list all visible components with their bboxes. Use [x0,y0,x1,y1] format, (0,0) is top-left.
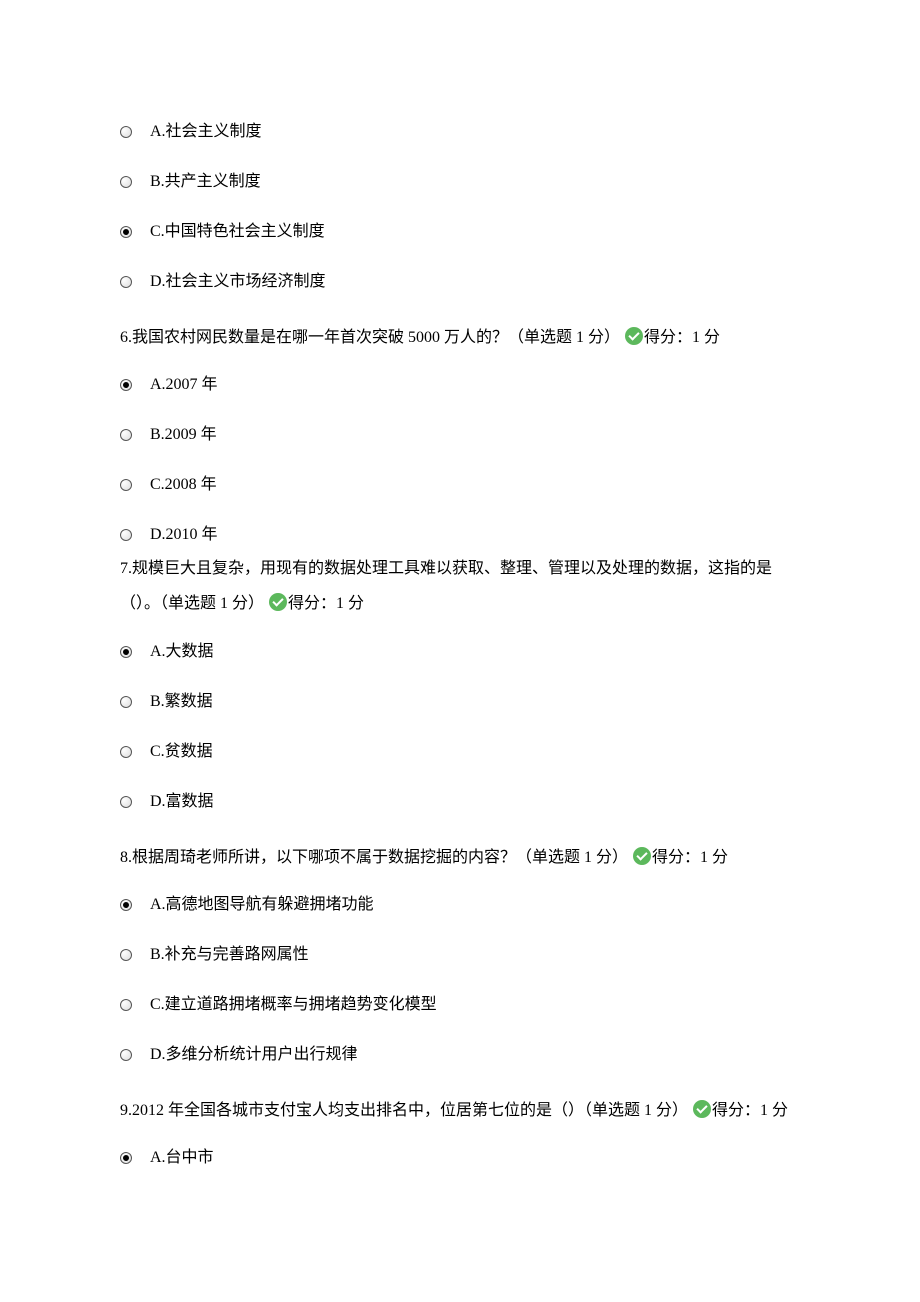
q9-option-a[interactable]: A.台中市 [120,1146,800,1170]
q5-option-d[interactable]: D.社会主义市场经济制度 [120,270,800,294]
q8-option-a[interactable]: A.高德地图导航有躲避拥堵功能 [120,893,800,917]
check-icon [633,847,651,865]
option-label: A.社会主义制度 [150,120,262,144]
q7-stem: 7.规模巨大且复杂，用现有的数据处理工具难以获取、整理、管理以及处理的数据，这指… [120,551,800,621]
option-label: A.大数据 [150,640,214,664]
option-label: B.2009 年 [150,423,217,447]
option-label: B.补充与完善路网属性 [150,943,309,967]
radio-icon-selected[interactable] [120,899,132,911]
q8-option-d[interactable]: D.多维分析统计用户出行规律 [120,1043,800,1067]
q9-score: 得分：1 分 [712,1102,788,1119]
q8-text: 8.根据周琦老师所讲，以下哪项不属于数据挖掘的内容？（单选题 1 分） [120,849,628,866]
q6-option-d[interactable]: D.2010 年 [120,523,800,547]
check-icon [693,1100,711,1118]
radio-icon[interactable] [120,796,132,808]
radio-icon[interactable] [120,529,132,541]
option-label: C.2008 年 [150,473,217,497]
radio-icon-selected[interactable] [120,226,132,238]
q7-option-b[interactable]: B.繁数据 [120,690,800,714]
radio-icon[interactable] [120,696,132,708]
q8-option-b[interactable]: B.补充与完善路网属性 [120,943,800,967]
q5-option-b[interactable]: B.共产主义制度 [120,170,800,194]
q6-text: 6.我国农村网民数量是在哪一年首次突破 5000 万人的？（单选题 1 分） [120,329,620,346]
option-label: A.台中市 [150,1146,214,1170]
q8-score: 得分：1 分 [652,849,728,866]
option-label: C.中国特色社会主义制度 [150,220,325,244]
check-icon [625,327,643,345]
q7-text: 7.规模巨大且复杂，用现有的数据处理工具难以获取、整理、管理以及处理的数据，这指… [120,560,772,612]
q6-option-c[interactable]: C.2008 年 [120,473,800,497]
q6-option-b[interactable]: B.2009 年 [120,423,800,447]
option-label: D.多维分析统计用户出行规律 [150,1043,358,1067]
q7-option-a[interactable]: A.大数据 [120,640,800,664]
q7-option-d[interactable]: D.富数据 [120,790,800,814]
radio-icon[interactable] [120,176,132,188]
q9-stem: 9.2012 年全国各城市支付宝人均支出排名中，位居第七位的是（）（单选题 1 … [120,1093,800,1128]
radio-icon-selected[interactable] [120,1152,132,1164]
radio-icon-selected[interactable] [120,379,132,391]
option-label: A.高德地图导航有躲避拥堵功能 [150,893,374,917]
radio-icon[interactable] [120,276,132,288]
q5-option-c[interactable]: C.中国特色社会主义制度 [120,220,800,244]
q7-score: 得分：1 分 [288,595,364,612]
radio-icon[interactable] [120,126,132,138]
option-label: A.2007 年 [150,373,218,397]
option-label: B.繁数据 [150,690,213,714]
q6-option-a[interactable]: A.2007 年 [120,373,800,397]
option-label: C.建立道路拥堵概率与拥堵趋势变化模型 [150,993,437,1017]
check-icon [269,593,287,611]
radio-icon[interactable] [120,1049,132,1061]
radio-icon-selected[interactable] [120,646,132,658]
q5-option-a[interactable]: A.社会主义制度 [120,120,800,144]
option-label: C.贫数据 [150,740,213,764]
q8-stem: 8.根据周琦老师所讲，以下哪项不属于数据挖掘的内容？（单选题 1 分） 得分：1… [120,840,800,875]
radio-icon[interactable] [120,746,132,758]
q8-option-c[interactable]: C.建立道路拥堵概率与拥堵趋势变化模型 [120,993,800,1017]
option-label: D.2010 年 [150,523,218,547]
radio-icon[interactable] [120,429,132,441]
radio-icon[interactable] [120,949,132,961]
q7-option-c[interactable]: C.贫数据 [120,740,800,764]
option-label: B.共产主义制度 [150,170,261,194]
q6-score: 得分：1 分 [644,329,720,346]
q6-stem: 6.我国农村网民数量是在哪一年首次突破 5000 万人的？（单选题 1 分） 得… [120,320,800,355]
q9-text: 9.2012 年全国各城市支付宝人均支出排名中，位居第七位的是（）（单选题 1 … [120,1102,688,1119]
radio-icon[interactable] [120,999,132,1011]
option-label: D.社会主义市场经济制度 [150,270,326,294]
option-label: D.富数据 [150,790,214,814]
radio-icon[interactable] [120,479,132,491]
